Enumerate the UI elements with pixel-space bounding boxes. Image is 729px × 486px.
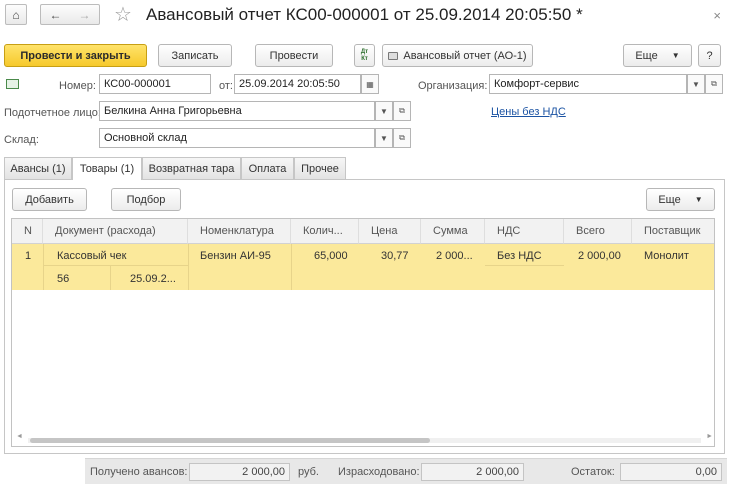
organization-dropdown-icon[interactable]: ▼: [687, 74, 705, 94]
tab-goods[interactable]: Товары (1): [72, 157, 142, 180]
column-header-vat[interactable]: НДС: [485, 219, 564, 244]
row-price[interactable]: 30,77: [381, 250, 409, 262]
received-advances-label: Получено авансов:: [90, 466, 188, 478]
printer-icon: [388, 51, 399, 60]
document-status-icon: [6, 79, 19, 89]
goods-table[interactable]: N Документ (расхода) Номенклатура Колич.…: [11, 218, 715, 447]
tab-payment[interactable]: Оплата: [241, 157, 294, 179]
column-header-total[interactable]: Всего: [564, 219, 632, 244]
column-header-quantity[interactable]: Колич...: [291, 219, 359, 244]
scrollbar-thumb[interactable]: [30, 438, 430, 443]
post-button[interactable]: Провести: [255, 44, 333, 67]
accountable-person-field[interactable]: Белкина Анна Григорьевна: [99, 101, 375, 121]
row-sub-divider: [485, 265, 564, 266]
nav-buttons: ← →: [40, 4, 100, 25]
row-vat[interactable]: Без НДС: [497, 250, 542, 262]
add-row-button[interactable]: Добавить: [12, 188, 87, 211]
post-and-close-button[interactable]: Провести и закрыть: [4, 44, 147, 67]
more-actions-label: Еще: [635, 49, 658, 62]
print-report-label: Авансовый отчет (АО-1): [403, 49, 527, 62]
chevron-down-icon: ▼: [671, 51, 680, 60]
warehouse-field[interactable]: Основной склад: [99, 128, 375, 148]
dtkt-report-button[interactable]: Дт Кт: [354, 44, 375, 67]
row-divider: [43, 244, 44, 290]
row-number: 1: [25, 250, 32, 262]
row-sub-divider: [43, 265, 188, 266]
tab-returnable-packaging[interactable]: Возвратная тара: [142, 157, 241, 179]
home-button[interactable]: ⌂: [5, 4, 27, 25]
horizontal-scrollbar[interactable]: ◄ ►: [14, 433, 715, 443]
column-header-document[interactable]: Документ (расхода): [43, 219, 188, 244]
column-header-sum[interactable]: Сумма: [421, 219, 485, 244]
warehouse-label: Склад:: [4, 134, 39, 146]
row-document-number[interactable]: 56: [57, 273, 69, 285]
spent-value: 2 000,00: [421, 463, 524, 481]
number-label: Номер:: [59, 80, 96, 92]
accountable-person-open-icon[interactable]: ⧉: [393, 101, 411, 121]
page-title: Авансовый отчет КС00-000001 от 25.09.201…: [146, 5, 583, 24]
table-row[interactable]: 1 Кассовый чек 56 25.09.2... Бензин АИ-9…: [12, 244, 714, 290]
organization-open-icon[interactable]: ⧉: [705, 74, 723, 94]
column-header-item[interactable]: Номенклатура: [188, 219, 291, 244]
row-document[interactable]: Кассовый чек: [57, 250, 126, 262]
spent-label: Израсходовано:: [338, 466, 420, 478]
favorite-star-icon[interactable]: ☆: [114, 2, 132, 27]
row-supplier[interactable]: Монолит: [644, 250, 689, 262]
organization-label: Организация:: [418, 80, 488, 92]
date-label: от:: [219, 80, 233, 92]
prices-without-vat-link[interactable]: Цены без НДС: [491, 106, 566, 118]
row-divider: [291, 244, 292, 290]
tab-advances[interactable]: Авансы (1): [4, 157, 72, 179]
selection-button[interactable]: Подбор: [111, 188, 181, 211]
balance-label: Остаток:: [571, 466, 615, 478]
calendar-icon[interactable]: ▦: [361, 74, 379, 94]
row-item[interactable]: Бензин АИ-95: [200, 250, 271, 262]
organization-field[interactable]: Комфорт-сервис: [489, 74, 687, 94]
currency-label: руб.: [298, 466, 319, 478]
row-divider: [188, 244, 189, 290]
row-sub-divider: [110, 265, 111, 290]
column-header-price[interactable]: Цена: [359, 219, 421, 244]
table-more-button[interactable]: Еще ▼: [646, 188, 715, 211]
accountable-person-dropdown-icon[interactable]: ▼: [375, 101, 393, 121]
balance-value: 0,00: [620, 463, 722, 481]
table-chevron-down-icon: ▼: [694, 195, 703, 204]
home-icon: ⌂: [12, 7, 20, 22]
received-advances-value: 2 000,00: [189, 463, 290, 481]
number-field[interactable]: КС00-000001: [99, 74, 211, 94]
warehouse-dropdown-icon[interactable]: ▼: [375, 128, 393, 148]
date-field[interactable]: 25.09.2014 20:05:50: [234, 74, 361, 94]
column-header-n[interactable]: N: [12, 219, 43, 244]
more-actions-button[interactable]: Еще ▼: [623, 44, 692, 67]
close-icon[interactable]: ×: [713, 8, 721, 23]
scroll-left-icon[interactable]: ◄: [16, 433, 23, 440]
dtkt-icon: Дт Кт: [360, 48, 369, 62]
row-sum[interactable]: 2 000...: [436, 250, 473, 262]
row-quantity[interactable]: 65,000: [314, 250, 348, 262]
save-button[interactable]: Записать: [158, 44, 232, 67]
help-button[interactable]: ?: [698, 44, 721, 67]
scroll-right-icon[interactable]: ►: [706, 433, 713, 440]
column-header-supplier[interactable]: Поставщик: [632, 219, 714, 244]
forward-icon[interactable]: →: [79, 8, 91, 22]
table-more-label: Еще: [658, 193, 681, 206]
accountable-person-label: Подотчетное лицо:: [4, 107, 101, 119]
tab-other[interactable]: Прочее: [294, 157, 346, 179]
print-report-button[interactable]: Авансовый отчет (АО-1): [382, 44, 533, 67]
back-icon[interactable]: ←: [50, 8, 62, 22]
totals-bar: Получено авансов: 2 000,00 руб. Израсход…: [85, 458, 727, 484]
warehouse-open-icon[interactable]: ⧉: [393, 128, 411, 148]
row-total[interactable]: 2 000,00: [578, 250, 621, 262]
row-document-date[interactable]: 25.09.2...: [130, 273, 176, 285]
